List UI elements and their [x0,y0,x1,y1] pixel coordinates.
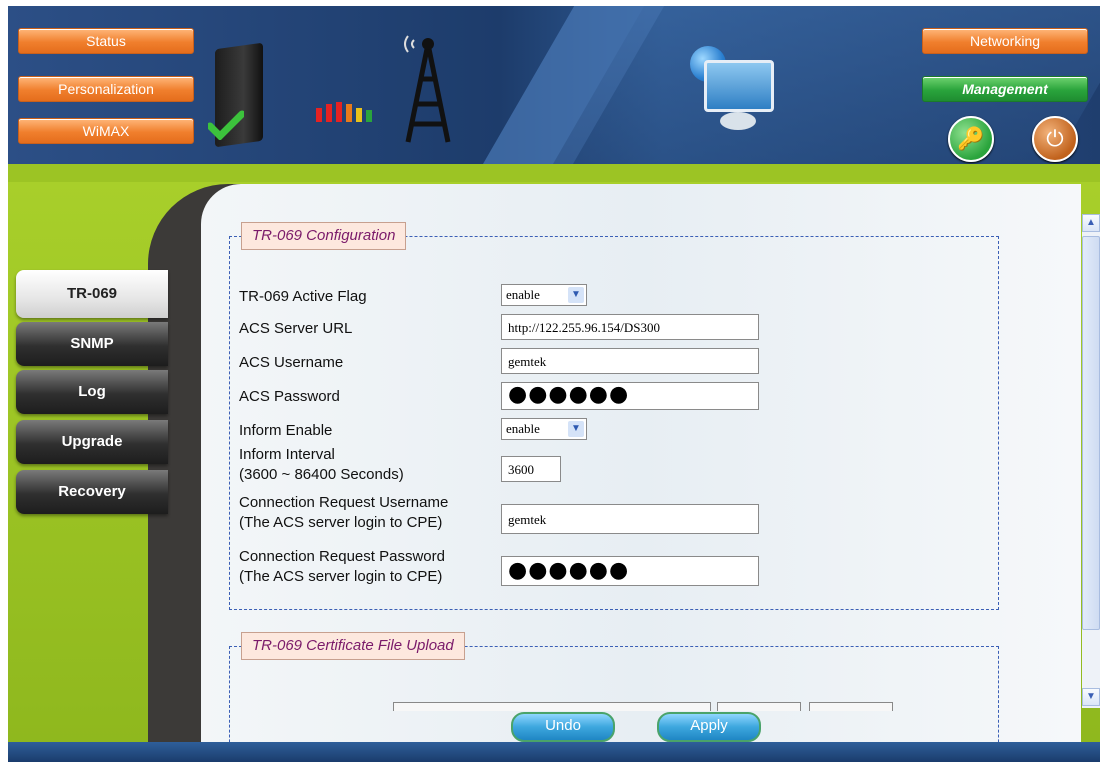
browse-button[interactable] [717,702,801,711]
inform-interval-range: (3600 ~ 86400 Seconds) [239,466,404,483]
acs-username-label: ACS Username [239,354,344,371]
tower-icon [404,35,451,143]
inform-enable-select[interactable]: enable ▼ [501,418,587,440]
file-path-input[interactable] [393,702,711,711]
conn-request-password-note: (The ACS server login to CPE) [239,568,443,585]
nav-management-button[interactable]: Management [922,76,1088,102]
scroll-down-icon[interactable]: ▼ [1082,688,1100,706]
certificate-legend: TR-069 Certificate File Upload [241,632,465,660]
active-flag-select[interactable]: enable ▼ [501,284,587,306]
sidebar-item-snmp[interactable]: SNMP [16,322,168,366]
nav-personalization-button[interactable]: Personalization [18,76,194,102]
sidebar-item-recovery[interactable]: Recovery [16,470,168,514]
chevron-down-icon: ▼ [568,287,584,303]
signal-bars-icon [316,102,372,122]
vertical-scrollbar[interactable]: ▲ ▼ [1082,214,1100,708]
apply-button[interactable]: Apply [657,712,761,742]
nav-networking-button[interactable]: Networking [922,28,1088,54]
acs-password-label: ACS Password [239,388,340,405]
scroll-up-icon[interactable]: ▲ [1082,214,1100,232]
inform-enable-label: Inform Enable [239,422,333,439]
acs-username-input[interactable]: gemtek [501,348,759,374]
conn-request-username-note: (The ACS server login to CPE) [239,514,443,531]
checkmark-icon [208,110,244,140]
scroll-thumb[interactable] [1082,236,1100,630]
monitor-base [720,112,756,130]
inform-interval-label: Inform Interval [239,446,335,463]
footer-bar [8,742,1100,762]
active-flag-label: TR-069 Active Flag [239,288,367,305]
app-frame: Status Personalization WiMAX Networking … [8,6,1100,762]
conn-request-password-input[interactable]: ●●●●●● [501,556,759,586]
acs-url-input[interactable]: http://122.255.96.154/DS300 [501,314,759,340]
sidebar-item-log[interactable]: Log [16,370,168,414]
sidebar-item-tr069[interactable]: TR-069 [16,270,168,318]
chevron-down-icon: ▼ [568,421,584,437]
sidebar-item-upgrade[interactable]: Upgrade [16,420,168,464]
content-panel: TR-069 Configuration TR-069 Active Flag … [201,184,1081,742]
key-icon[interactable]: 🔑 [948,116,994,162]
upload-button[interactable] [809,702,893,711]
nav-wimax-button[interactable]: WiMAX [18,118,194,144]
conn-request-username-label: Connection Request Username [239,494,449,511]
tr069-config-legend: TR-069 Configuration [241,222,407,250]
undo-button[interactable]: Undo [511,712,615,742]
nav-status-button[interactable]: Status [18,28,194,54]
inform-interval-input[interactable]: 3600 [501,456,561,482]
acs-url-label: ACS Server URL [239,320,353,337]
active-flag-value: enable [506,287,540,302]
acs-password-input[interactable]: ●●●●●● [501,382,759,410]
inform-enable-value: enable [506,421,540,436]
power-icon[interactable]: ⏻ [1032,116,1078,162]
monitor-icon [704,60,774,112]
header-divider [8,164,1100,182]
header-banner: Status Personalization WiMAX Networking … [8,6,1100,164]
conn-request-username-input[interactable]: gemtek [501,504,759,534]
conn-request-password-label: Connection Request Password [239,548,445,565]
